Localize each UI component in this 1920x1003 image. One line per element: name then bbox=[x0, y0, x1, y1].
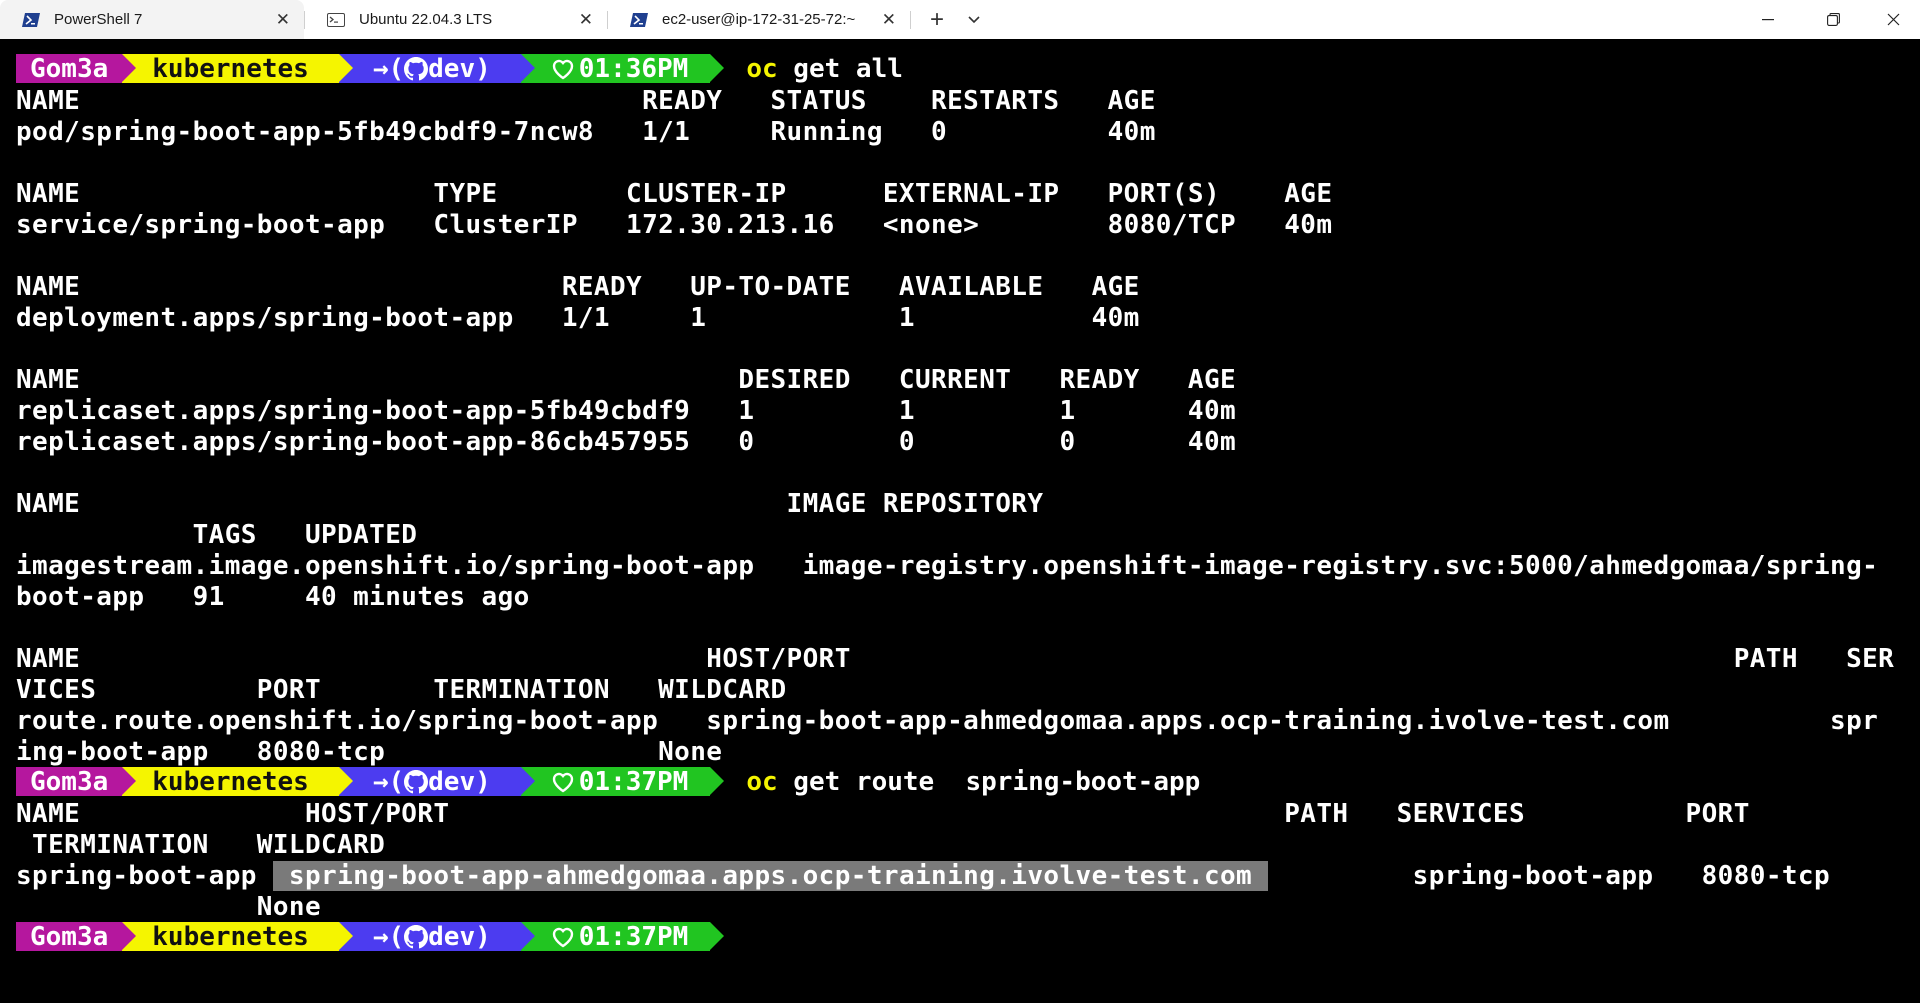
output-line: boot-app 91 40 minutes ago bbox=[16, 582, 530, 612]
output-line: service/spring-boot-app ClusterIP 172.30… bbox=[16, 210, 1333, 240]
prompt-time-segment: 01:37PM bbox=[520, 921, 725, 952]
output-line: VICES PORT TERMINATION WILDCARD bbox=[16, 675, 787, 705]
prompt-dir-segment: kubernetes bbox=[122, 53, 353, 84]
prompt-dir: kubernetes bbox=[152, 766, 309, 797]
output-line: NAME IMAGE REPOSITORY bbox=[16, 489, 1044, 519]
prompt-dir-segment: kubernetes bbox=[122, 921, 353, 952]
tab-close-icon[interactable]: ✕ bbox=[276, 0, 290, 39]
route-row: spring-boot-app spring-boot-app-ahmedgom… bbox=[16, 861, 1830, 892]
tab-title: Ubuntu 22.04.3 LTS bbox=[359, 11, 493, 28]
output-line: ing-boot-app 8080-tcp None bbox=[16, 737, 723, 767]
tab-ec2-user[interactable]: ec2-user@ip-172-31-25-72:~ ✕ bbox=[608, 0, 910, 39]
new-tab-button[interactable]: + bbox=[918, 0, 956, 39]
command-verb: oc bbox=[746, 766, 778, 797]
output-line: deployment.apps/spring-boot-app 1/1 1 1 … bbox=[16, 303, 1140, 333]
minimize-icon bbox=[1762, 18, 1774, 20]
terminal-icon bbox=[327, 12, 345, 27]
git-arrow-icon: → bbox=[372, 766, 389, 797]
route-rest: spring-boot-app 8080-tcp bbox=[1268, 861, 1831, 891]
git-arrow-icon: → bbox=[372, 53, 389, 84]
output-line: TAGS UPDATED bbox=[16, 520, 418, 550]
tab-powershell-7[interactable]: PowerShell 7 ✕ bbox=[0, 0, 304, 39]
prompt-branch: dev bbox=[428, 921, 476, 952]
prompt-time: 01:36PM bbox=[578, 53, 689, 84]
output-line: replicaset.apps/spring-boot-app-86cb4579… bbox=[16, 427, 1237, 457]
prompt-branch: dev bbox=[428, 53, 476, 84]
tab-dropdown-button[interactable] bbox=[958, 0, 990, 39]
output-line: NAME DESIRED CURRENT READY AGE bbox=[16, 365, 1237, 395]
git-arrow-icon: → bbox=[372, 921, 389, 952]
selected-host-text[interactable]: spring-boot-app-ahmedgomaa.apps.ocp-trai… bbox=[272, 861, 1269, 891]
prompt-user-segment: Gom3a bbox=[16, 766, 137, 797]
tab-title: ec2-user@ip-172-31-25-72:~ bbox=[662, 11, 856, 28]
tab-separator bbox=[910, 11, 911, 29]
powershell-icon bbox=[630, 12, 648, 27]
title-bar: PowerShell 7 ✕ Ubuntu 22.04.3 LTS ✕ ec2-… bbox=[0, 0, 1920, 39]
prompt-branch: dev bbox=[428, 766, 476, 797]
plus-icon: + bbox=[929, 5, 944, 33]
github-icon bbox=[404, 56, 429, 80]
prompt-user: Gom3a bbox=[30, 53, 109, 84]
prompt-git-segment: →(dev) bbox=[338, 766, 535, 797]
maximize-button[interactable] bbox=[1810, 0, 1856, 39]
prompt-user-segment: Gom3a bbox=[16, 921, 137, 952]
command-args: get all bbox=[777, 53, 903, 84]
prompt-git-segment: →(dev) bbox=[338, 53, 535, 84]
output-line: imagestream.image.openshift.io/spring-bo… bbox=[16, 551, 1879, 581]
heart-icon bbox=[552, 772, 573, 792]
tab-ubuntu[interactable]: Ubuntu 22.04.3 LTS ✕ bbox=[305, 0, 607, 39]
command-text: oc get route spring-boot-app bbox=[746, 767, 1200, 797]
prompt-dir: kubernetes bbox=[152, 53, 309, 84]
output-line: NAME HOST/PORT PATH SER bbox=[16, 644, 1895, 674]
close-window-button[interactable] bbox=[1870, 0, 1916, 39]
output-line: route.route.openshift.io/spring-boot-app… bbox=[16, 706, 1879, 736]
output-line: pod/spring-boot-app-5fb49cbdf9-7ncw8 1/1… bbox=[16, 117, 1156, 147]
output-line: TERMINATION WILDCARD bbox=[16, 830, 386, 860]
prompt-user-segment: Gom3a bbox=[16, 53, 137, 84]
prompt-time: 01:37PM bbox=[578, 766, 689, 797]
command-args: get route spring-boot-app bbox=[777, 766, 1201, 797]
heart-icon bbox=[552, 59, 573, 79]
tab-close-icon[interactable]: ✕ bbox=[579, 0, 593, 39]
command-text: oc get all bbox=[746, 54, 903, 84]
prompt-user: Gom3a bbox=[30, 766, 109, 797]
output-line: None bbox=[16, 892, 322, 922]
prompt-dir-segment: kubernetes bbox=[122, 766, 353, 797]
prompt-time-segment: 01:36PM bbox=[520, 53, 725, 84]
output-line: NAME HOST/PORT PATH SERVICES PORT bbox=[16, 799, 1750, 829]
github-icon bbox=[404, 924, 429, 948]
tab-close-icon[interactable]: ✕ bbox=[882, 0, 896, 39]
prompt-dir: kubernetes bbox=[152, 921, 309, 952]
tab-title: PowerShell 7 bbox=[54, 11, 143, 28]
output-line: NAME READY STATUS RESTARTS AGE bbox=[16, 86, 1156, 116]
output-line: replicaset.apps/spring-boot-app-5fb49cbd… bbox=[16, 396, 1237, 426]
output-line: NAME READY UP-TO-DATE AVAILABLE AGE bbox=[16, 272, 1140, 302]
prompt-user: Gom3a bbox=[30, 921, 109, 952]
powershell-icon bbox=[22, 12, 40, 27]
route-name: spring-boot-app bbox=[16, 861, 273, 891]
restore-icon bbox=[1826, 13, 1840, 26]
github-icon bbox=[404, 769, 429, 793]
close-icon bbox=[1887, 13, 1899, 26]
prompt-time-segment: 01:37PM bbox=[520, 766, 725, 797]
terminal-viewport[interactable]: Gom3a kubernetes →(dev) 01:36PM oc get a… bbox=[0, 39, 1920, 1003]
prompt-time: 01:37PM bbox=[578, 921, 689, 952]
prompt-line: Gom3a kubernetes →(dev) 01:37PM oc get r… bbox=[16, 766, 1200, 797]
command-verb: oc bbox=[746, 53, 778, 84]
chevron-down-icon bbox=[968, 15, 980, 23]
heart-icon bbox=[552, 927, 573, 947]
prompt-line: Gom3a kubernetes →(dev) 01:36PM oc get a… bbox=[16, 53, 903, 84]
output-line: NAME TYPE CLUSTER-IP EXTERNAL-IP PORT(S)… bbox=[16, 179, 1333, 209]
prompt-git-segment: →(dev) bbox=[338, 921, 535, 952]
prompt-line: Gom3a kubernetes →(dev) 01:37PM bbox=[16, 921, 725, 952]
minimize-button[interactable] bbox=[1745, 0, 1791, 39]
